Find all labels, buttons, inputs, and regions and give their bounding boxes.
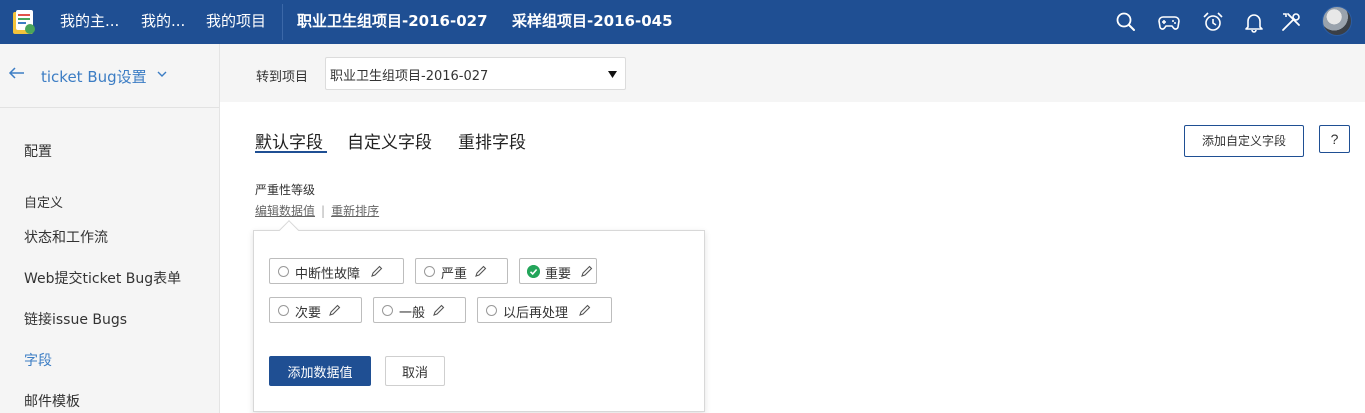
value-chip[interactable]: 重要: [519, 258, 597, 284]
settings-sidebar: ticket Bug设置 配置 自定义 状态和工作流 Web提交ticket B…: [0, 44, 220, 413]
search-icon[interactable]: [1115, 11, 1137, 33]
value-label: 以后再处理: [503, 306, 569, 321]
default-check-icon[interactable]: [527, 265, 540, 278]
pencil-icon[interactable]: [370, 265, 383, 278]
field-name: 严重性等级: [255, 183, 316, 197]
value-label: 次要: [295, 306, 322, 321]
value-chip[interactable]: 严重: [415, 258, 508, 284]
sidebar-title[interactable]: ticket Bug设置: [41, 66, 147, 87]
sidebar-item-link-issue-bugs[interactable]: 链接issue Bugs: [24, 309, 127, 329]
default-radio[interactable]: [424, 266, 435, 277]
sidebar-item-status-workflow[interactable]: 状态和工作流: [24, 227, 108, 247]
value-chip[interactable]: 以后再处理: [477, 297, 612, 323]
project-select-value: 职业卫生组项目-2016-027: [330, 69, 489, 84]
sidebar-header: ticket Bug设置: [0, 44, 219, 108]
bell-icon[interactable]: [1243, 11, 1265, 33]
pencil-icon[interactable]: [578, 304, 591, 317]
value-chip[interactable]: 一般: [373, 297, 466, 323]
sidebar-item-web-form[interactable]: Web提交ticket Bug表单: [24, 268, 181, 288]
value-chip[interactable]: 次要: [269, 297, 362, 323]
add-custom-field-button[interactable]: 添加自定义字段: [1184, 125, 1304, 157]
sidebar-section-custom: 自定义: [24, 196, 64, 211]
field-actions: 编辑数据值 | 重新排序: [255, 202, 379, 219]
app-logo-icon[interactable]: [10, 8, 38, 36]
nav-divider: [282, 4, 283, 40]
tab-custom-fields[interactable]: 自定义字段: [347, 128, 432, 153]
tab-reorder-fields[interactable]: 重排字段: [458, 128, 526, 153]
project-select[interactable]: 职业卫生组项目-2016-027: [325, 57, 626, 90]
top-navigation-bar: 我的主... 我的... 我的项目 职业卫生组项目-2016-027 采样组项目…: [0, 0, 1365, 44]
tools-icon[interactable]: [1280, 11, 1302, 33]
value-label: 中断性故障: [295, 267, 361, 282]
nav-my-home[interactable]: 我的主...: [60, 0, 119, 44]
project-switch-bar: 转到项目 职业卫生组项目-2016-027: [220, 44, 1365, 102]
pencil-icon[interactable]: [432, 304, 445, 317]
sidebar-item-config[interactable]: 配置: [24, 141, 52, 161]
add-value-button[interactable]: 添加数据值: [269, 356, 371, 386]
value-label: 重要: [545, 267, 572, 282]
nav-project-occupational-health[interactable]: 职业卫生组项目-2016-027: [297, 0, 488, 44]
value-chip[interactable]: 中断性故障: [269, 258, 404, 284]
pencil-icon[interactable]: [328, 304, 341, 317]
value-label: 严重: [441, 267, 468, 282]
nav-my-items[interactable]: 我的...: [141, 0, 185, 44]
active-tab-indicator: [255, 151, 327, 153]
default-radio[interactable]: [278, 266, 289, 277]
help-button[interactable]: ?: [1319, 125, 1350, 153]
sidebar-item-email-templates[interactable]: 邮件模板: [24, 391, 80, 411]
default-radio[interactable]: [382, 305, 393, 316]
chevron-down-icon[interactable]: [156, 69, 168, 79]
reorder-link[interactable]: 重新排序: [331, 204, 379, 218]
gamepad-icon[interactable]: [1158, 11, 1180, 33]
value-label: 一般: [399, 306, 426, 321]
tab-default-fields[interactable]: 默认字段: [255, 128, 323, 153]
edit-values-link[interactable]: 编辑数据值: [255, 204, 315, 218]
user-avatar[interactable]: [1322, 6, 1352, 36]
alarm-clock-icon[interactable]: [1202, 11, 1224, 33]
default-radio[interactable]: [486, 305, 497, 316]
back-arrow-icon[interactable]: [8, 66, 26, 80]
sidebar-item-fields[interactable]: 字段: [24, 350, 52, 370]
pencil-icon[interactable]: [580, 265, 593, 278]
pencil-icon[interactable]: [474, 265, 487, 278]
nav-my-projects[interactable]: 我的项目: [206, 0, 266, 44]
nav-project-sampling[interactable]: 采样组项目-2016-045: [512, 0, 673, 44]
project-switch-label: 转到项目: [256, 70, 309, 85]
default-radio[interactable]: [278, 305, 289, 316]
link-separator: |: [321, 204, 326, 218]
caret-down-icon: [608, 71, 617, 78]
cancel-button[interactable]: 取消: [385, 356, 445, 386]
